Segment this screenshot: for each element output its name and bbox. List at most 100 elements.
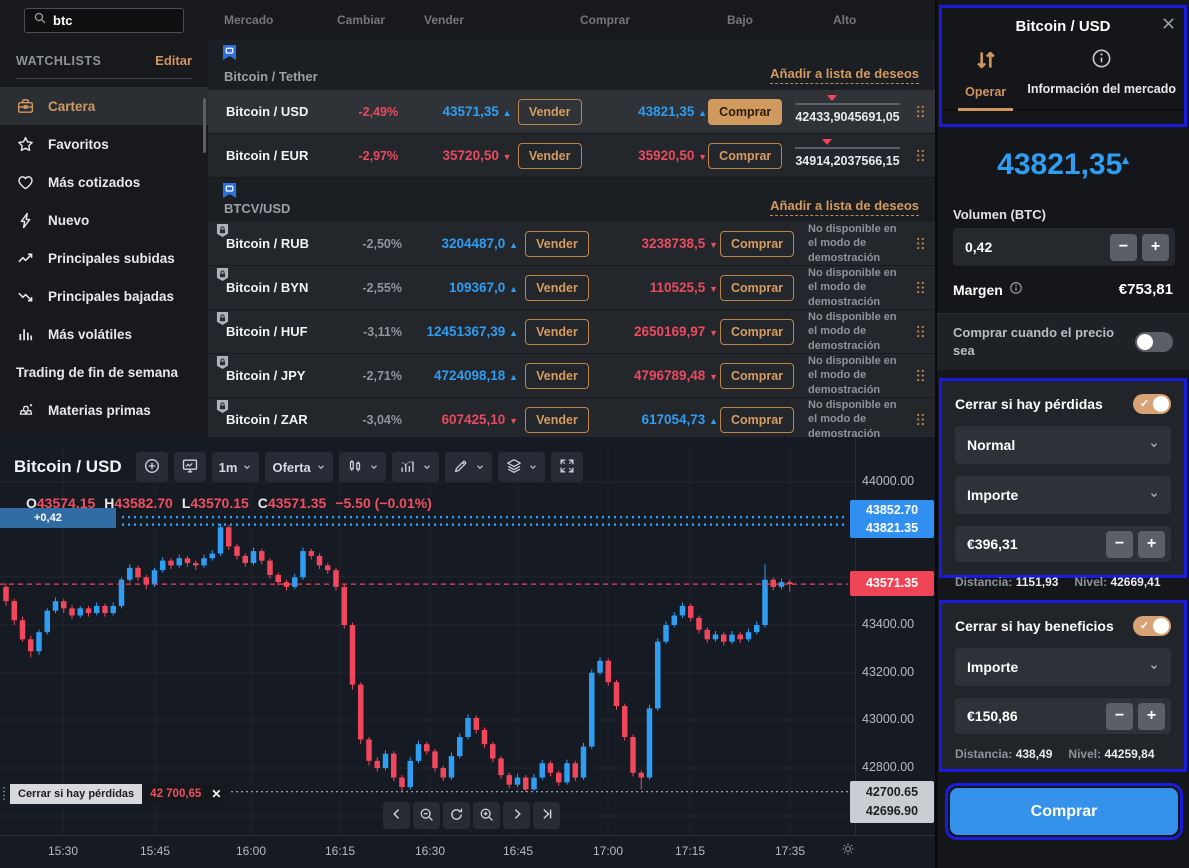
sell-button[interactable]: Vender [525,319,589,345]
market-row-bitcoin-byn[interactable]: Bitcoin / BYN-2,55%109367,0 ▲Vender11052… [208,266,935,310]
stop-loss-mode-dropdown[interactable]: Normal [955,426,1171,464]
market-row-bitcoin-huf[interactable]: Bitcoin / HUF-3,11%12451367,39 ▲Vender26… [208,310,935,354]
row-menu-button[interactable] [906,104,935,119]
pan-right-button[interactable] [503,802,530,829]
zoom-in-button[interactable] [473,802,500,829]
row-menu-button[interactable] [905,236,935,251]
sidebar-item-materias-primas[interactable]: Materias primas [0,391,208,429]
stop-loss-increase-button[interactable]: + [1138,531,1165,558]
price-direction-icon: ▼ [698,152,707,162]
drag-grip-icon[interactable] [2,785,10,802]
sidebar-scrollbar[interactable] [203,98,206,153]
tab-operar[interactable]: Operar [952,43,1019,109]
lock-badge-icon [216,223,229,243]
sell-button[interactable]: Vender [518,99,582,125]
volume-input[interactable]: 0,42 − + [953,228,1175,266]
market-row-bitcoin-zar[interactable]: Bitcoin / ZAR-3,04%607425,10 ▼Vender6170… [208,398,935,437]
sidebar-item-principales-bajadas[interactable]: Principales bajadas [0,277,208,315]
market-row-bitcoin-usd[interactable]: Bitcoin / USD-2,49%43571,35 ▲Vender43821… [208,90,935,134]
search-input[interactable] [53,13,175,28]
take-profit-increase-button[interactable]: + [1138,703,1165,730]
remove-stop-loss-button[interactable]: ✕ [209,783,229,805]
lock-badge-icon [216,355,229,375]
sidebar-item-favoritos[interactable]: Favoritos [0,125,208,163]
buy-button[interactable]: Comprar [950,788,1178,835]
sidebar-item-mas-cotizados[interactable]: Más cotizados [0,163,208,201]
sidebar-item-principales-subidas[interactable]: Principales subidas [0,239,208,277]
close-ticket-button[interactable] [1161,16,1176,34]
take-profit-toggle[interactable]: ✓ [1133,616,1171,636]
stop-loss-toggle[interactable]: ✓ [1133,394,1171,414]
row-menu-button[interactable] [905,280,935,295]
volume-increase-button[interactable]: + [1142,234,1169,261]
sell-button[interactable]: Vender [518,143,582,169]
chart-type-dropdown[interactable] [339,452,386,482]
buy-button[interactable]: Comprar [720,407,794,433]
stop-loss-decrease-button[interactable]: − [1106,531,1133,558]
screenshot-button[interactable] [174,452,206,482]
price-direction-icon: ▲ [709,416,718,426]
sell-button[interactable]: Vender [525,363,589,389]
buy-when-toggle[interactable] [1135,332,1173,352]
row-menu-button[interactable] [905,368,935,383]
info-icon[interactable] [1009,281,1023,298]
demo-unavailable-note: No disponible en el modo de demostración [796,398,905,437]
change-percent: -2,50% [336,237,402,251]
day-low: 34914,20 [795,154,847,168]
chart-settings-button[interactable] [840,841,856,860]
ticket-tabs: Operar Información del mercado [942,43,1184,110]
column-header-alto: Alto [833,13,856,27]
buy-button[interactable]: Comprar [720,363,794,389]
sidebar-item-label: Trading de fin de semana [16,365,178,380]
drawing-tools-dropdown[interactable] [445,452,492,482]
take-profit-amount-input[interactable]: €150,86 − + [955,698,1171,734]
sidebar-item-nuevo[interactable]: Nuevo [0,201,208,239]
buy-button[interactable]: Comprar [708,143,782,169]
day-range: 34914,2037566,15 [783,143,905,168]
add-to-wishlist-link[interactable]: Añadir a lista de deseos [770,198,919,216]
day-high: 37566,15 [848,154,900,168]
tab-market-info[interactable]: Información del mercado [1019,43,1184,109]
row-menu-button[interactable] [905,324,935,339]
market-row-bitcoin-eur[interactable]: Bitcoin / EUR-2,97%35720,50 ▼Vender35920… [208,134,935,178]
buy-button[interactable]: Comprar [720,319,794,345]
sidebar-item-mas-volatiles[interactable]: Más volátiles [0,315,208,353]
position-volume-tag[interactable]: +0,42 [0,508,116,528]
sidebar-item-cartera[interactable]: Cartera [0,87,208,125]
zoom-out-button[interactable] [413,802,440,829]
info-icon [1090,47,1113,75]
buy-button[interactable]: Comprar [708,99,782,125]
sidebar-item-trading-de-fin-de-semana[interactable]: Trading de fin de semana [0,353,208,391]
fullscreen-button[interactable] [551,452,583,482]
market-row-bitcoin-jpy[interactable]: Bitcoin / JPY-2,71%4724098,18 ▲Vender479… [208,354,935,398]
indicators-dropdown[interactable] [392,452,439,482]
stop-loss-type-dropdown[interactable]: Importe [955,476,1171,514]
sell-button[interactable]: Vender [525,407,589,433]
buy-button[interactable]: Comprar [720,231,794,257]
search-box[interactable] [24,8,184,33]
row-menu-button[interactable] [905,412,935,427]
market-row-bitcoin-rub[interactable]: Bitcoin / RUB-2,50%3204487,0 ▲Vender3238… [208,222,935,266]
interval-dropdown[interactable]: 1m [212,452,260,482]
take-profit-type-dropdown[interactable]: Importe [955,648,1171,686]
compare-add-button[interactable] [136,452,168,482]
price-direction-icon: ▲ [503,108,512,118]
layers-dropdown[interactable] [498,452,545,482]
row-menu-button[interactable] [906,148,935,163]
buy-button[interactable]: Comprar [720,275,794,301]
stop-loss-chart-tag[interactable]: Cerrar si hay pérdidas 42 700,65 ✕ [2,783,229,804]
refresh-icon [448,806,465,826]
go-to-realtime-button[interactable] [533,802,560,829]
sell-button[interactable]: Vender [525,231,589,257]
edit-watchlists-link[interactable]: Editar [155,53,192,68]
price-type-dropdown[interactable]: Oferta [265,452,332,482]
volume-decrease-button[interactable]: − [1110,234,1137,261]
sell-button[interactable]: Vender [525,275,589,301]
watchlists-title: WATCHLISTS [16,54,101,68]
take-profit-decrease-button[interactable]: − [1106,703,1133,730]
ohlc-readout: O43574.15H43582.70L43570.15C43571.35−5.5… [26,495,432,511]
add-to-wishlist-link[interactable]: Añadir a lista de deseos [770,66,919,84]
stop-loss-amount-input[interactable]: €396,31 − + [955,526,1171,562]
reset-chart-button[interactable] [443,802,470,829]
pan-left-button[interactable] [383,802,410,829]
